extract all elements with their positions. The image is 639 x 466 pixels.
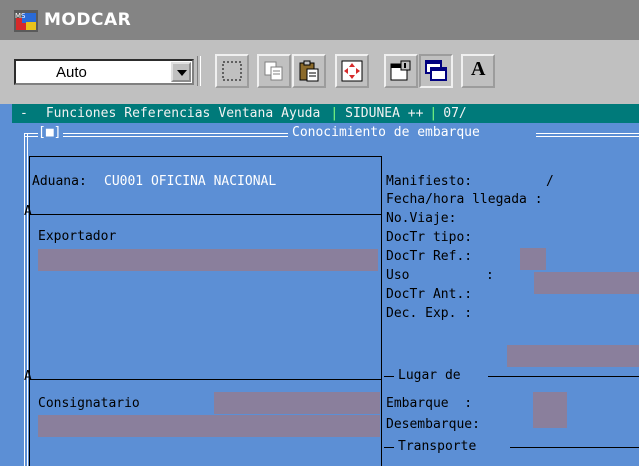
manifiesto-label: Manifiesto: [386, 174, 473, 189]
frame-top-right [536, 133, 639, 137]
consignatario-field-1[interactable] [214, 392, 380, 414]
move-arrows-icon [341, 60, 363, 82]
fecha-label: Fecha/hora llegada : [386, 192, 543, 207]
menu-funciones[interactable]: Funciones [46, 104, 116, 123]
menu-bar: - Funciones Referencias Ventana Ayuda | SIDUNE… [12, 104, 639, 123]
column-divider [381, 156, 382, 466]
aduana-value: CU001 OFICINA NACIONAL [104, 174, 277, 189]
frame-top-mid [63, 133, 288, 137]
menu-referencias[interactable]: Referencias [124, 104, 210, 123]
dashed-select-icon [222, 61, 242, 81]
dec-exp-field[interactable] [507, 345, 639, 367]
menu-ventana[interactable]: Ventana [218, 104, 273, 123]
paste-icon [299, 60, 319, 82]
copy-icon [264, 61, 283, 81]
desembarque-label: Desembarque: [386, 417, 480, 432]
exportador-label: Exportador [38, 229, 117, 244]
lugar-line-left [384, 376, 394, 377]
uso-label: Uso [386, 268, 410, 283]
exportador-field[interactable] [38, 249, 378, 271]
app-icon: MS [14, 10, 38, 32]
menu-system: SIDUNEA ++ [345, 106, 424, 121]
left-box-top [29, 156, 381, 157]
title-bar: MS MODCAR [0, 0, 639, 40]
consignatario-label: Consignatario [38, 396, 140, 411]
menu-date: 07/ [443, 106, 467, 121]
left-box-border [29, 156, 30, 466]
properties-icon [390, 60, 411, 81]
lugar-line-right [488, 376, 639, 377]
left-box-line-2 [29, 379, 381, 380]
toolbar-separator [197, 56, 201, 86]
toolbar: Auto A [0, 40, 639, 104]
corner-a1: A [24, 204, 32, 219]
dec-exp-label: Dec. Exp. : [386, 306, 473, 321]
doctr-tipo-field[interactable] [520, 248, 546, 270]
doctr-ant-label: DocTr Ant.: [386, 287, 473, 302]
paste-button[interactable] [292, 54, 326, 88]
embarque-field[interactable] [533, 392, 567, 428]
font-size-combo[interactable]: Auto [14, 59, 194, 85]
transporte-line-right [510, 447, 639, 448]
menu-dash: - [20, 106, 28, 121]
corner-a2: A [24, 369, 32, 384]
select-button[interactable] [215, 54, 249, 88]
aduana-label: Aduana: [32, 174, 87, 189]
menu-ayuda[interactable]: Ayuda [281, 104, 320, 123]
windows-icon [425, 60, 447, 81]
doctr-tipo-label: DocTr tipo: [386, 230, 473, 245]
consignatario-field-2[interactable] [38, 415, 380, 437]
window-title: MODCAR [44, 10, 132, 30]
manifiesto-value: / [546, 174, 554, 189]
uso-colon: : [486, 268, 494, 283]
font-button[interactable]: A [461, 54, 495, 88]
form-title: Conocimiento de embarque [292, 125, 480, 140]
svg-text:MS: MS [15, 12, 26, 20]
doctr-ref-label: DocTr Ref.: [386, 249, 473, 264]
move-button[interactable] [335, 54, 369, 88]
lugar-label: Lugar de [398, 368, 461, 383]
combo-dropdown-button[interactable] [171, 62, 191, 82]
transporte-label: Transporte [398, 439, 477, 454]
doctr-ref-field[interactable] [534, 272, 639, 294]
window-button[interactable] [419, 54, 453, 88]
font-icon: A [471, 58, 486, 80]
combo-value: Auto [56, 64, 87, 81]
copy-button[interactable] [257, 54, 291, 88]
transporte-line-left [384, 447, 394, 448]
embarque-label: Embarque : [386, 396, 473, 411]
terminal-area: - Funciones Referencias Ventana Ayuda | SIDUNE… [0, 104, 639, 466]
window-marker[interactable]: [■] [38, 125, 61, 141]
noviaje-label: No.Viaje: [386, 211, 457, 226]
frame-left [24, 133, 28, 466]
left-box-line-1 [29, 214, 381, 215]
properties-button[interactable] [384, 54, 418, 88]
